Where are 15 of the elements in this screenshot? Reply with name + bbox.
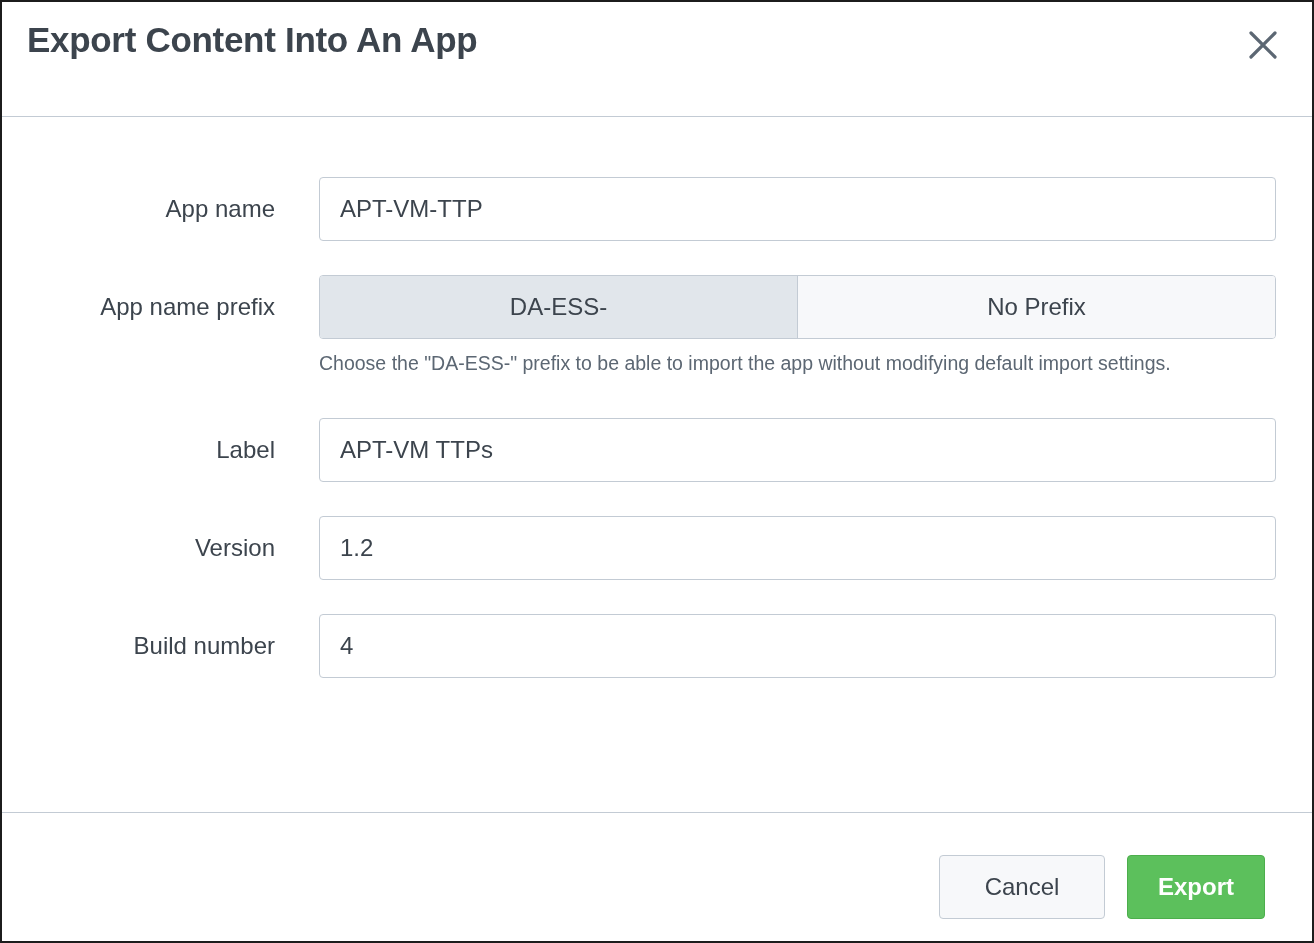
field-label: Build number <box>133 631 275 661</box>
prefix-option[interactable]: DA-ESS- <box>320 276 797 338</box>
text-field[interactable]: APT-VM-TTP <box>319 177 1276 241</box>
field-label: Label <box>216 435 275 465</box>
field-label: App name prefix <box>100 292 275 322</box>
text-field[interactable]: 4 <box>319 614 1276 678</box>
text-field[interactable]: APT-VM TTPs <box>319 418 1276 482</box>
cancel-button[interactable]: Cancel <box>939 855 1105 919</box>
help-text: Choose the "DA-ESS-" prefix to be able to import the app without modifying default import settings. <box>319 351 1172 376</box>
prefix-option[interactable]: No Prefix <box>797 276 1275 338</box>
dialog-title: Export Content Into An App <box>27 20 478 60</box>
close-icon[interactable] <box>1248 30 1278 60</box>
field-label: Version <box>194 533 275 563</box>
text-field[interactable]: 1.2 <box>319 516 1276 580</box>
field-label: App name <box>165 194 275 224</box>
